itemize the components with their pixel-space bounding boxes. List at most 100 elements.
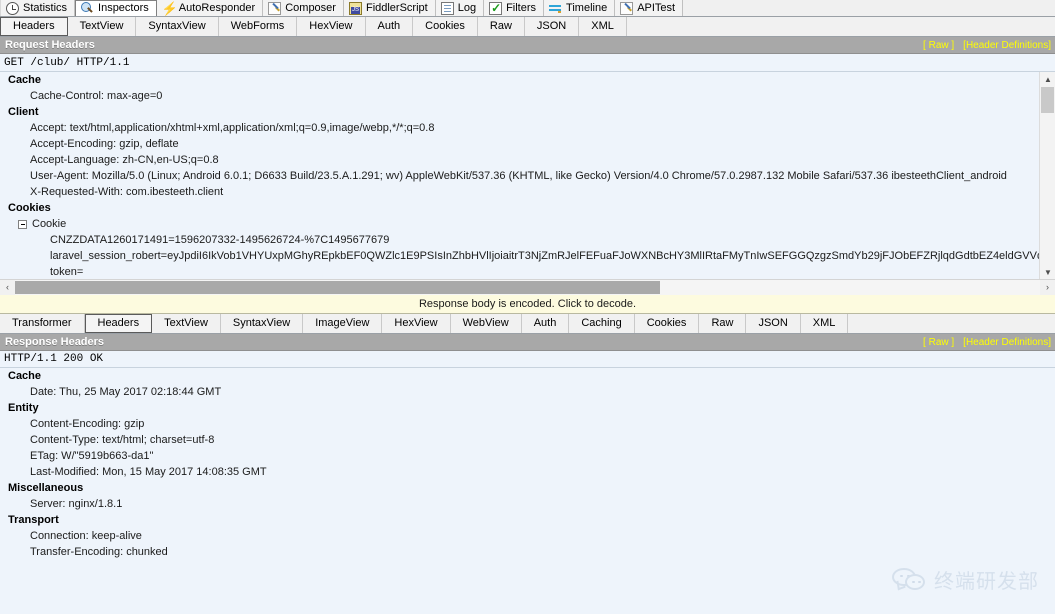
tree-item[interactable]: X-Requested-With: com.ibesteeth.client bbox=[0, 184, 1055, 200]
tree-item[interactable]: laravel_session_robert=eyJpdiI6IkVob1VHY… bbox=[0, 248, 1055, 264]
response-headers-section-bar: Response Headers [ Raw ] [Header Definit… bbox=[0, 334, 1055, 351]
toolbar-tab-timeline[interactable]: Timeline bbox=[544, 0, 616, 16]
response-tab-caching[interactable]: Caching bbox=[569, 314, 635, 333]
tree-item[interactable]: Content-Encoding: gzip bbox=[0, 416, 1055, 432]
tree-item[interactable]: CNZZDATA1260171491=1596207332-1495626724… bbox=[0, 232, 1055, 248]
response-tab-raw[interactable]: Raw bbox=[699, 314, 747, 333]
response-raw-link[interactable]: [ Raw ] bbox=[923, 337, 954, 348]
request-tree-vertical-scrollbar[interactable]: ▲ ▼ bbox=[1039, 72, 1055, 279]
tree-group-client[interactable]: Client bbox=[0, 104, 1055, 120]
tree-item[interactable]: Transfer-Encoding: chunked bbox=[0, 544, 1055, 560]
response-headers-tree[interactable]: Cache Date: Thu, 25 May 2017 02:18:44 GM… bbox=[0, 368, 1055, 585]
tree-node-label: Cookie bbox=[32, 218, 67, 230]
request-tab-headers[interactable]: Headers bbox=[0, 17, 68, 36]
response-tab-auth[interactable]: Auth bbox=[522, 314, 570, 333]
request-inspector-tabs: Headers TextView SyntaxView WebForms Hex… bbox=[0, 17, 1055, 37]
toolbar-tab-apitest[interactable]: APITest bbox=[615, 0, 684, 16]
hscroll-track[interactable] bbox=[15, 279, 1040, 295]
tree-group-entity[interactable]: Entity bbox=[0, 400, 1055, 416]
main-toolbar-tabs: Statistics Inspectors ⚡ AutoResponder Co… bbox=[0, 0, 1055, 17]
scroll-left-arrow-icon[interactable]: ‹ bbox=[0, 279, 15, 295]
toolbar-tab-label: Filters bbox=[506, 1, 537, 14]
request-headers-tree[interactable]: Cache Cache-Control: max-age=0 Client Ac… bbox=[0, 72, 1055, 279]
request-tab-xml[interactable]: XML bbox=[579, 17, 627, 36]
clock-icon bbox=[6, 1, 19, 15]
request-tab-webforms[interactable]: WebForms bbox=[219, 17, 298, 36]
request-tab-json[interactable]: JSON bbox=[525, 17, 580, 36]
request-tab-syntaxview[interactable]: SyntaxView bbox=[136, 17, 219, 36]
timeline-icon bbox=[549, 2, 562, 15]
response-tab-json[interactable]: JSON bbox=[746, 314, 801, 333]
response-tab-transformer[interactable]: Transformer bbox=[0, 314, 85, 333]
tree-group-transport[interactable]: Transport bbox=[0, 512, 1055, 528]
request-tab-raw[interactable]: Raw bbox=[478, 17, 525, 36]
scroll-up-arrow-icon[interactable]: ▲ bbox=[1040, 72, 1055, 86]
tree-item[interactable]: Last-Modified: Mon, 15 May 2017 14:08:35… bbox=[0, 464, 1055, 480]
toolbar-tab-label: Composer bbox=[285, 1, 336, 14]
tree-item[interactable]: Cache-Control: max-age=0 bbox=[0, 88, 1055, 104]
tree-item[interactable]: Accept-Language: zh-CN,en-US;q=0.8 bbox=[0, 152, 1055, 168]
response-tab-syntaxview[interactable]: SyntaxView bbox=[221, 314, 304, 333]
request-tab-textview[interactable]: TextView bbox=[68, 17, 137, 36]
decode-notice-bar[interactable]: Response body is encoded. Click to decod… bbox=[0, 294, 1055, 314]
toolbar-tab-label: Log bbox=[457, 1, 477, 14]
tree-node-cookie[interactable]: Cookie bbox=[0, 216, 1055, 232]
response-tab-webview[interactable]: WebView bbox=[451, 314, 522, 333]
toolbar-tab-fiddlerscript[interactable]: FiddlerScript bbox=[343, 0, 436, 16]
toolbar-tab-inspectors[interactable]: Inspectors bbox=[75, 0, 157, 16]
toolbar-tab-label: Statistics bbox=[23, 1, 68, 14]
horizontal-scroll-thumb[interactable] bbox=[15, 280, 660, 294]
response-tabs-filler bbox=[848, 314, 1055, 333]
response-tab-cookies[interactable]: Cookies bbox=[635, 314, 700, 333]
toolbar-tab-autoresponder[interactable]: ⚡ AutoResponder bbox=[156, 0, 264, 16]
toolbar-tab-label: Inspectors bbox=[98, 2, 149, 14]
toolbar-tab-label: Timeline bbox=[566, 1, 608, 14]
toolbar-tab-composer[interactable]: Composer bbox=[263, 0, 344, 16]
scroll-right-arrow-icon[interactable]: › bbox=[1040, 279, 1055, 295]
toolbar-tab-statistics[interactable]: Statistics bbox=[0, 0, 76, 16]
tree-item[interactable]: User-Agent: Mozilla/5.0 (Linux; Android … bbox=[0, 168, 1055, 184]
pencil-note-icon bbox=[268, 1, 282, 15]
tree-item[interactable]: token= bbox=[0, 264, 1055, 279]
request-tab-auth[interactable]: Auth bbox=[366, 17, 414, 36]
response-headers-title: Response Headers bbox=[5, 336, 105, 348]
request-tab-hexview[interactable]: HexView bbox=[297, 17, 366, 36]
response-tab-xml[interactable]: XML bbox=[801, 314, 849, 333]
request-tree-horizontal-scrollbar[interactable]: ‹ › bbox=[0, 279, 1055, 295]
request-raw-link[interactable]: [ Raw ] bbox=[923, 40, 954, 51]
tree-item[interactable]: Connection: keep-alive bbox=[0, 528, 1055, 544]
scroll-down-arrow-icon[interactable]: ▼ bbox=[1040, 265, 1055, 279]
magnifier-icon bbox=[81, 2, 94, 15]
response-tab-hexview[interactable]: HexView bbox=[382, 314, 451, 333]
request-tab-cookies[interactable]: Cookies bbox=[413, 17, 478, 36]
checkbox-icon bbox=[489, 0, 503, 17]
response-tab-headers[interactable]: Headers bbox=[84, 314, 153, 333]
tree-item[interactable]: Date: Thu, 25 May 2017 02:18:44 GMT bbox=[0, 384, 1055, 400]
document-icon bbox=[440, 1, 454, 15]
toolbar-tab-label: APITest bbox=[637, 1, 676, 14]
tree-group-miscellaneous[interactable]: Miscellaneous bbox=[0, 480, 1055, 496]
request-headers-section-bar: Request Headers [ Raw ] [Header Definiti… bbox=[0, 37, 1055, 54]
tree-item[interactable]: Server: nginx/1.8.1 bbox=[0, 496, 1055, 512]
tree-item[interactable]: ETag: W/"5919b663-da1" bbox=[0, 448, 1055, 464]
response-tab-textview[interactable]: TextView bbox=[152, 314, 221, 333]
tree-group-cache[interactable]: Cache bbox=[0, 368, 1055, 384]
request-line: GET /club/ HTTP/1.1 bbox=[0, 54, 1055, 72]
pencil-note-icon bbox=[620, 1, 634, 15]
toolbar-tab-filters[interactable]: Filters bbox=[484, 0, 545, 17]
response-header-definitions-link[interactable]: [Header Definitions] bbox=[963, 337, 1051, 348]
toolbar-tab-label: AutoResponder bbox=[178, 1, 256, 14]
vertical-scroll-thumb[interactable] bbox=[1041, 87, 1054, 113]
tree-group-cookies[interactable]: Cookies bbox=[0, 200, 1055, 216]
response-headers-links: [ Raw ] [Header Definitions] bbox=[923, 337, 1051, 348]
toolbar-filler bbox=[683, 0, 1055, 16]
tree-item[interactable]: Accept: text/html,application/xhtml+xml,… bbox=[0, 120, 1055, 136]
request-header-definitions-link[interactable]: [Header Definitions] bbox=[963, 40, 1051, 51]
collapse-icon[interactable] bbox=[18, 219, 27, 229]
toolbar-tab-log[interactable]: Log bbox=[435, 0, 485, 16]
tree-group-cache[interactable]: Cache bbox=[0, 72, 1055, 88]
response-tab-imageview[interactable]: ImageView bbox=[303, 314, 383, 333]
request-headers-links: [ Raw ] [Header Definitions] bbox=[923, 40, 1051, 51]
tree-item[interactable]: Content-Type: text/html; charset=utf-8 bbox=[0, 432, 1055, 448]
tree-item[interactable]: Accept-Encoding: gzip, deflate bbox=[0, 136, 1055, 152]
